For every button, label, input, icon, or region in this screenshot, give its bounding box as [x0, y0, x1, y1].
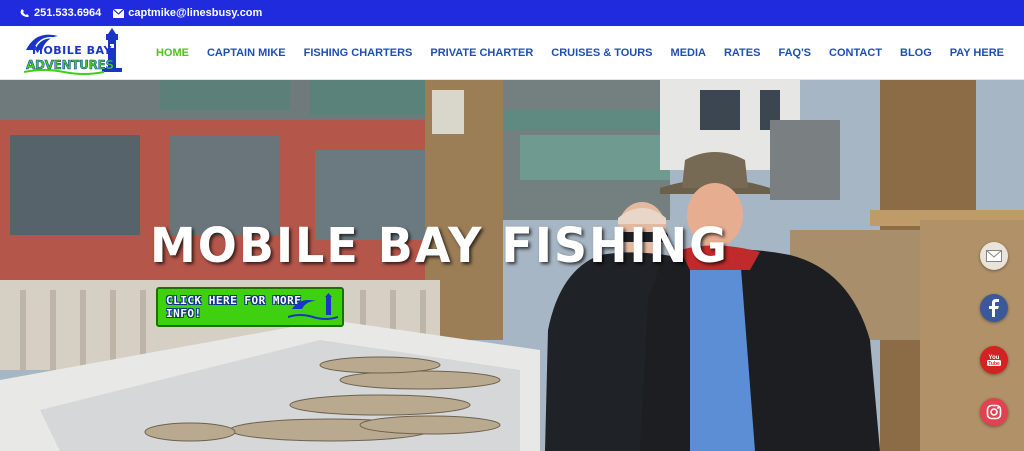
site-header: MOBILE BAY ADVENTURES HOME CAPTAIN MIKE … — [0, 26, 1024, 80]
svg-text:Tube: Tube — [988, 361, 1000, 367]
instagram-button[interactable] — [980, 398, 1008, 426]
site-logo[interactable]: MOBILE BAY ADVENTURES — [23, 28, 128, 78]
nav-fishing-charters[interactable]: FISHING CHARTERS — [304, 47, 413, 59]
phone-contact[interactable]: 251.533.6964 — [20, 7, 101, 19]
nav-home[interactable]: HOME — [156, 47, 189, 59]
nav-media[interactable]: MEDIA — [671, 47, 706, 59]
email-address[interactable]: captmike@linesbusy.com — [128, 7, 262, 19]
phone-icon — [20, 9, 29, 17]
envelope-icon — [986, 250, 1002, 262]
phone-number[interactable]: 251.533.6964 — [34, 7, 101, 19]
nav-faqs[interactable]: FAQ'S — [778, 47, 811, 59]
email-social-button[interactable] — [980, 242, 1008, 270]
logo-line1: MOBILE BAY — [32, 44, 112, 57]
instagram-icon — [986, 404, 1002, 420]
youtube-button[interactable]: You Tube — [980, 346, 1008, 374]
nav-pay-here[interactable]: PAY HERE — [950, 47, 1004, 59]
hero-banner: MOBILE BAY FISHING CLICK HERE FOR MORE I… — [0, 80, 1024, 451]
more-info-button[interactable]: CLICK HERE FOR MORE INFO! — [156, 287, 344, 327]
main-nav: HOME CAPTAIN MIKE FISHING CHARTERS PRIVA… — [156, 26, 1004, 80]
boat-icon — [288, 293, 338, 320]
hero-title: MOBILE BAY FISHING — [150, 216, 729, 274]
youtube-icon: You Tube — [987, 355, 1001, 367]
nav-contact[interactable]: CONTACT — [829, 47, 882, 59]
email-contact[interactable]: captmike@linesbusy.com — [113, 7, 262, 19]
nav-private-charter[interactable]: PRIVATE CHARTER — [430, 47, 533, 59]
nav-cruises-tours[interactable]: CRUISES & TOURS — [551, 47, 652, 59]
logo-line2: ADVENTURES — [26, 58, 115, 73]
top-contact-bar: 251.533.6964 captmike@linesbusy.com — [0, 0, 1024, 26]
facebook-icon — [989, 299, 999, 317]
envelope-icon — [113, 8, 125, 18]
nav-rates[interactable]: RATES — [724, 47, 760, 59]
facebook-button[interactable] — [980, 294, 1008, 322]
nav-captain-mike[interactable]: CAPTAIN MIKE — [207, 47, 286, 59]
nav-blog[interactable]: BLOG — [900, 47, 932, 59]
